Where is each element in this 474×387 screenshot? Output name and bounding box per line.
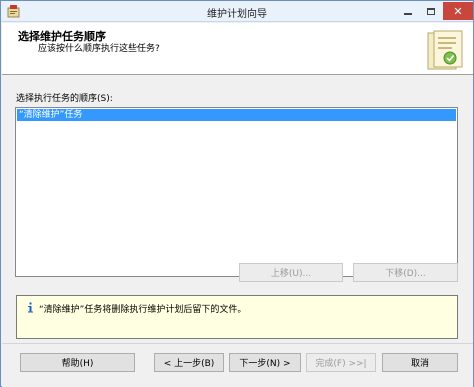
list-item[interactable]: “清除维护”任务 bbox=[16, 108, 457, 122]
content-area: 选择执行任务的顺序(S): “清除维护”任务 上移(U)... 下移(D)...… bbox=[2, 76, 473, 343]
info-panel: “清除维护”任务将删除执行维护计划后留下的文件。 bbox=[16, 295, 458, 339]
task-order-label: 选择执行任务的顺序(S): bbox=[16, 94, 113, 104]
info-text: “清除维护”任务将删除执行维护计划后留下的文件。 bbox=[39, 305, 247, 315]
wizard-graphic-icon bbox=[427, 30, 463, 70]
task-order-list[interactable]: “清除维护”任务 bbox=[15, 107, 458, 277]
move-down-button[interactable]: 下移(D)... bbox=[353, 263, 458, 282]
back-button[interactable]: < 上一步(B) bbox=[154, 353, 224, 372]
minimize-icon bbox=[404, 12, 412, 15]
wizard-window: 维护计划向导 ✕ 选择维护任务顺序 应该按什么顺序执行这些任务? 选择执行任务的… bbox=[0, 0, 474, 387]
close-icon: ✕ bbox=[453, 4, 463, 18]
close-button[interactable]: ✕ bbox=[443, 2, 473, 20]
move-up-button[interactable]: 上移(U)... bbox=[239, 263, 343, 282]
page-subtitle: 应该按什么顺序执行这些任务? bbox=[38, 44, 160, 54]
title-bar: 维护计划向导 ✕ bbox=[1, 1, 473, 22]
cancel-button[interactable]: 取消 bbox=[382, 353, 458, 372]
help-button[interactable]: 帮助(H) bbox=[20, 353, 135, 372]
footer: 帮助(H) < 上一步(B) 下一步(N) > 完成(F) >>| 取消 bbox=[2, 343, 473, 387]
next-button[interactable]: 下一步(N) > bbox=[229, 353, 301, 372]
minimize-button[interactable] bbox=[397, 2, 419, 20]
wizard-header: 选择维护任务顺序 应该按什么顺序执行这些任务? bbox=[2, 23, 473, 75]
info-icon bbox=[28, 302, 33, 313]
maximize-button[interactable] bbox=[420, 2, 442, 20]
maximize-icon bbox=[427, 7, 435, 15]
finish-button[interactable]: 完成(F) >>| bbox=[306, 353, 376, 372]
